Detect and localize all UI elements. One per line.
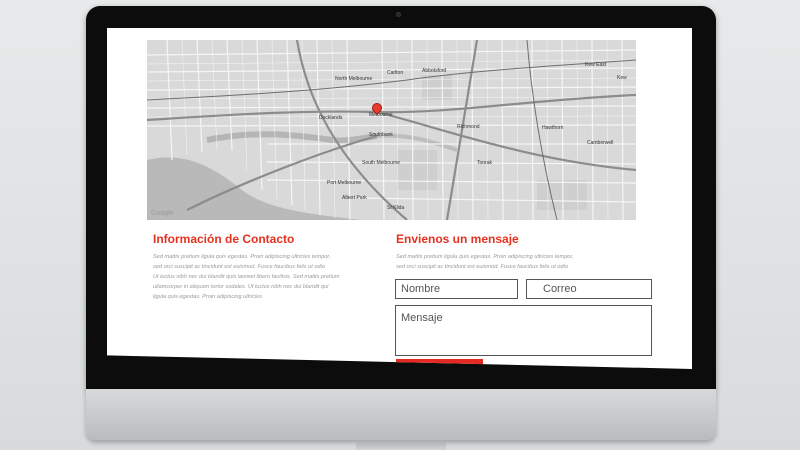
map-label: Abbotsford — [422, 68, 447, 74]
map-label: Richmond — [457, 124, 480, 130]
webcam-icon — [396, 12, 401, 17]
google-logo: Google — [151, 210, 174, 217]
contact-info-line: Sed mattis pretium ligula quis egestas. … — [153, 254, 331, 260]
map-label: Kew East — [585, 62, 607, 68]
map-label: Camberwell — [587, 140, 614, 146]
contact-info-text: Sed mattis pretium ligula quis egestas. … — [153, 252, 378, 302]
message-text: Sed mattis pretium ligula quis egestas. … — [396, 252, 626, 272]
contact-info-line: sed orci suscipit ac tincidunt est euism… — [153, 264, 325, 270]
map-label: Hawthorn — [542, 125, 564, 131]
map-label: Port Melbourne — [327, 180, 362, 186]
map-label: Carlton — [387, 70, 404, 76]
message-text-line: Sed mattis pretium ligula quis egestas. … — [396, 254, 574, 260]
map-label: Kew — [617, 75, 627, 81]
message-text-line: sed orci suscipit ac tincidunt est euism… — [396, 264, 568, 270]
contact-info-line: ligula quis egestas. Proin adipiscing ul… — [153, 294, 263, 300]
email-input[interactable] — [526, 279, 652, 299]
name-input[interactable] — [395, 279, 518, 299]
map-label: Docklands — [319, 115, 343, 121]
map-label: Southbank — [369, 132, 393, 138]
contact-info-line: Ut luctus nibh nec dui blandit quis laor… — [153, 274, 340, 280]
monitor-stand — [356, 440, 446, 450]
map-label: Toorak — [477, 160, 493, 166]
contact-info-title: Información de Contacto — [153, 232, 295, 246]
map-label: St Kilda — [387, 205, 405, 211]
map-label: South Melbourne — [362, 160, 401, 166]
screen: Carlton Abbotsford Kew East Kew North Me… — [107, 28, 692, 369]
map-label: North Melbourne — [335, 76, 373, 82]
contact-info-line: ullamcorper in aliquam tortor sodales. U… — [153, 284, 329, 290]
monitor-chin — [86, 389, 716, 440]
message-title: Envienos un mensaje — [396, 232, 519, 246]
map-label: Melbourne — [369, 112, 393, 118]
map-label: Albert Park — [342, 195, 367, 201]
message-textarea[interactable] — [395, 305, 652, 356]
location-map[interactable]: Carlton Abbotsford Kew East Kew North Me… — [147, 40, 636, 220]
